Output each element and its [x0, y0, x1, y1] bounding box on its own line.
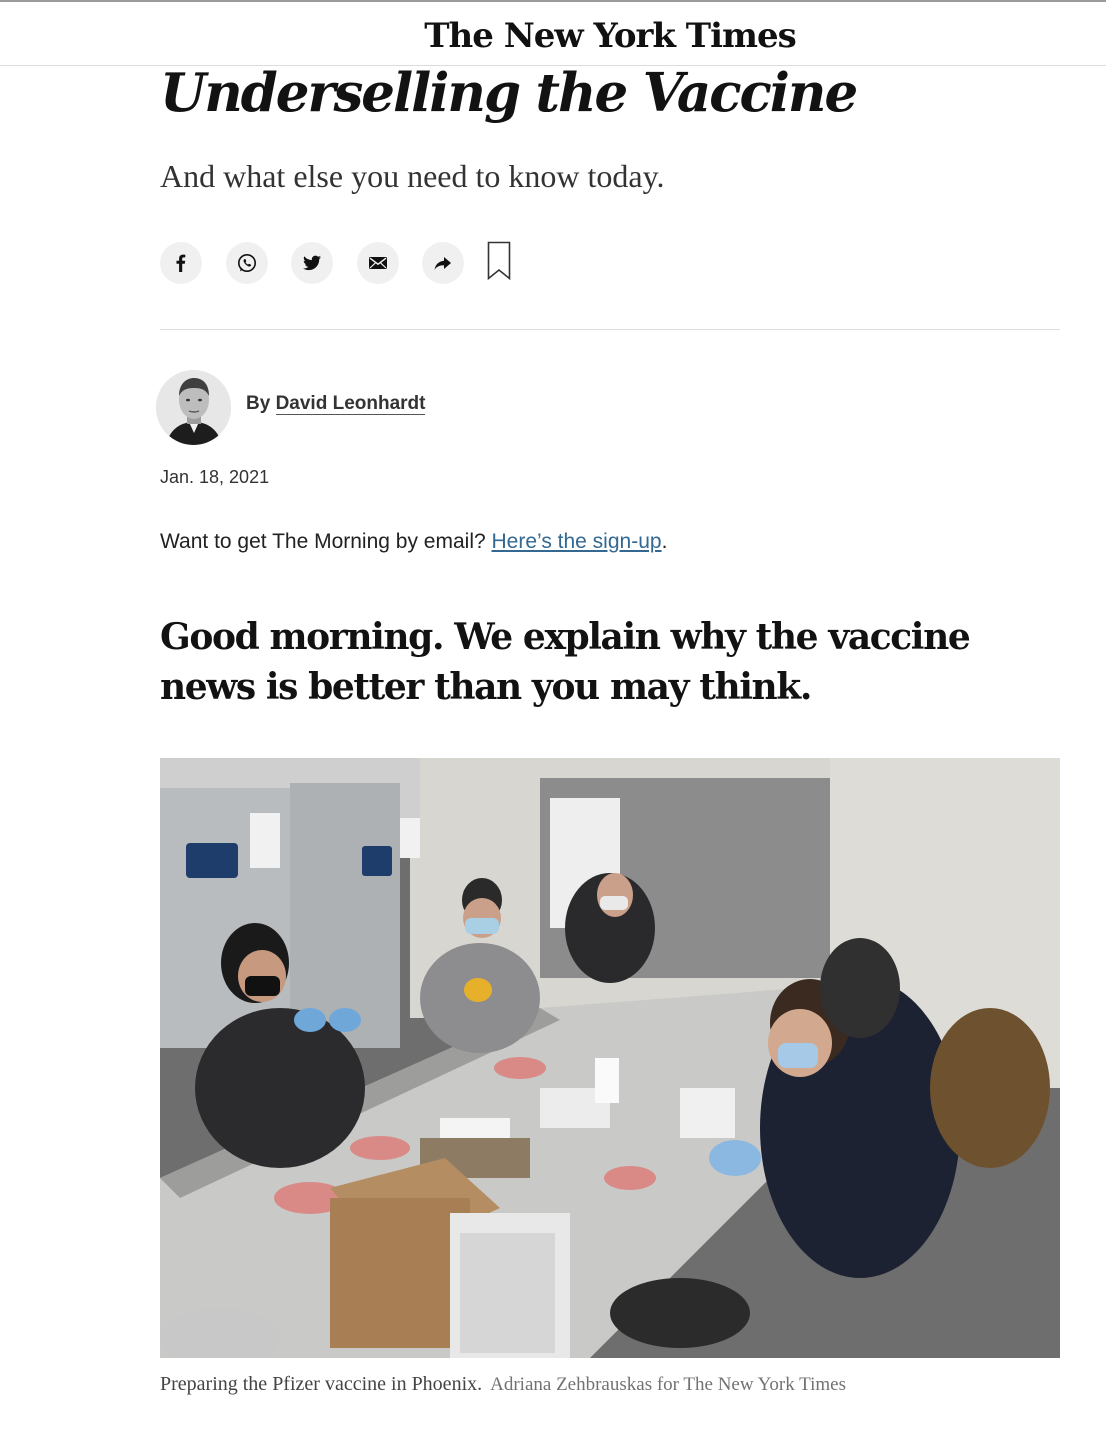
signup-period: . [661, 530, 668, 553]
author-avatar[interactable] [156, 370, 231, 445]
caption-text: Preparing the Pfizer vaccine in Phoenix. [160, 1373, 483, 1395]
share-arrow-icon [433, 254, 453, 272]
email-share-button[interactable] [356, 242, 399, 284]
more-share-button[interactable] [422, 242, 464, 284]
signup-link[interactable]: Here’s the sign-up [492, 530, 662, 553]
masthead-logo[interactable]: The New York Times [0, 16, 1106, 56]
top-bar: The New York Times [0, 0, 1106, 66]
facebook-icon [171, 253, 191, 273]
signup-text: Want to get The Morning by email? [160, 530, 486, 553]
lead-paragraph: Good morning. We explain why the vaccine… [160, 616, 971, 708]
article-summary: And what else you need to know today. [160, 158, 665, 194]
email-icon [368, 255, 388, 271]
photo-caption: Preparing the Pfizer vaccine in Phoenix.… [160, 1373, 846, 1396]
twitter-icon [302, 253, 322, 273]
facebook-share-button[interactable] [160, 242, 202, 284]
whatsapp-share-button[interactable] [225, 242, 268, 284]
whatsapp-icon [236, 252, 258, 274]
author-link[interactable]: David Leonhardt [275, 393, 426, 415]
bookmark-icon [487, 241, 511, 286]
article-headline: Underselling the Vaccine [160, 62, 858, 124]
byline: By David Leonhardt [246, 393, 426, 415]
newsletter-promo: Want to get The Morning by email? Here’s… [160, 530, 667, 554]
twitter-share-button[interactable] [291, 242, 333, 284]
share-toolbar [160, 241, 511, 286]
article-photo[interactable] [160, 758, 1060, 1358]
publish-date: Jan. 18, 2021 [160, 467, 270, 487]
divider [160, 329, 1060, 330]
byline-prefix: By [246, 393, 271, 414]
save-article-button[interactable] [487, 241, 511, 286]
photo-credit: Adriana Zehbrauskas for The New York Tim… [490, 1374, 846, 1395]
